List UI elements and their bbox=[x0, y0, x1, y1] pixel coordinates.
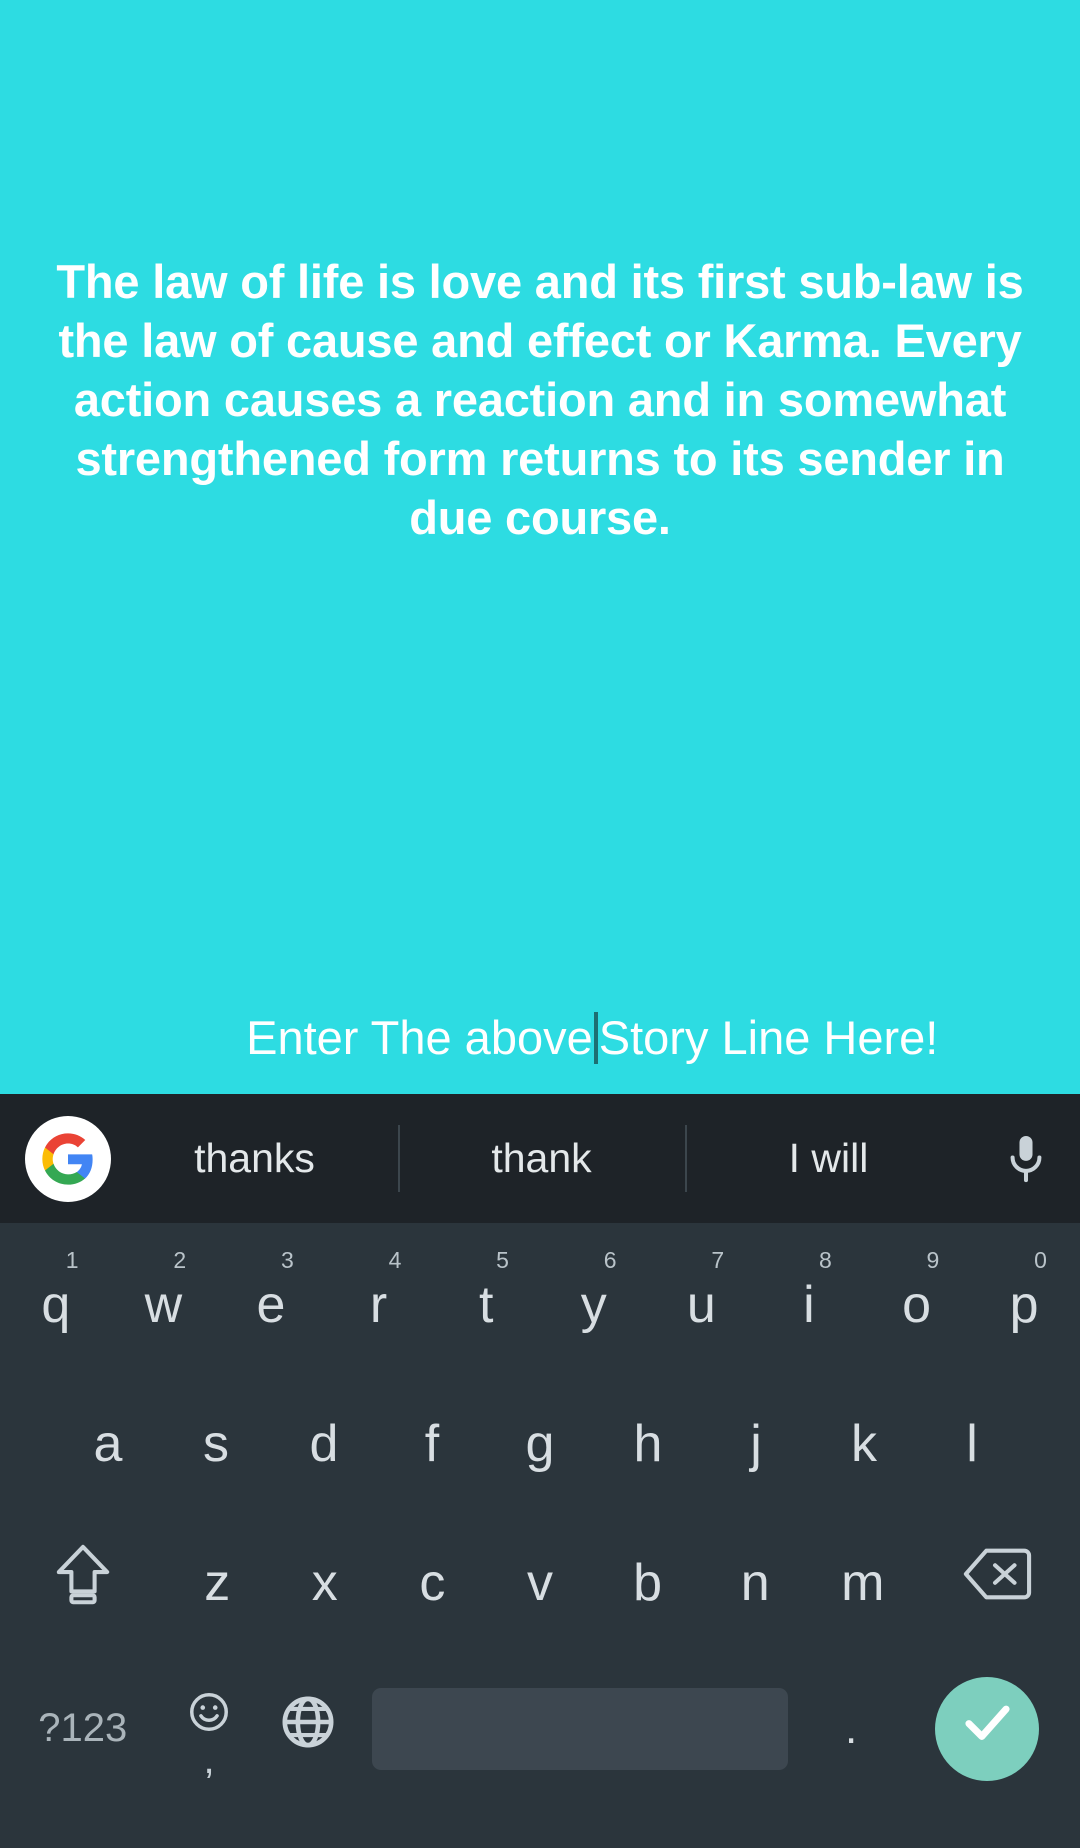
checkmark-icon bbox=[956, 1691, 1018, 1766]
key-c[interactable]: c bbox=[379, 1511, 487, 1650]
key-hint-2: 2 bbox=[173, 1247, 187, 1273]
key-a[interactable]: a bbox=[54, 1372, 162, 1511]
suggestion-item-2[interactable]: I will bbox=[685, 1094, 972, 1223]
key-label-k: k bbox=[851, 1414, 877, 1473]
emoji-key[interactable]: , bbox=[160, 1650, 259, 1807]
key-e[interactable]: 3e bbox=[217, 1233, 325, 1372]
key-hint-5: 5 bbox=[496, 1247, 509, 1273]
key-k[interactable]: k bbox=[810, 1372, 918, 1511]
key-label-x: x bbox=[311, 1553, 338, 1612]
key-label-s: s bbox=[203, 1414, 229, 1473]
key-n[interactable]: n bbox=[701, 1511, 809, 1650]
key-label-n: n bbox=[740, 1553, 770, 1612]
key-hint-3: 3 bbox=[280, 1247, 294, 1273]
enter-key[interactable] bbox=[901, 1650, 1074, 1807]
backspace-icon bbox=[962, 1546, 1032, 1615]
microphone-icon[interactable] bbox=[972, 1094, 1080, 1223]
key-label-o: o bbox=[902, 1275, 931, 1334]
keyboard-row-4: ?123 , . bbox=[0, 1650, 1080, 1807]
key-label-h: h bbox=[633, 1414, 663, 1473]
key-g[interactable]: g bbox=[486, 1372, 594, 1511]
key-label-i: i bbox=[803, 1275, 815, 1334]
input-text-after-caret: Story Line Here! bbox=[598, 1011, 939, 1064]
key-h[interactable]: h bbox=[594, 1372, 702, 1511]
key-label-p: p bbox=[1009, 1275, 1039, 1334]
shift-key[interactable] bbox=[2, 1511, 163, 1650]
key-label-m: m bbox=[841, 1553, 885, 1612]
key-label-d: d bbox=[309, 1414, 339, 1473]
symbols-key[interactable]: ?123 bbox=[6, 1650, 160, 1807]
key-s[interactable]: s bbox=[162, 1372, 270, 1511]
key-b[interactable]: b bbox=[594, 1511, 702, 1650]
space-key[interactable] bbox=[358, 1650, 802, 1807]
key-r[interactable]: 4r bbox=[325, 1233, 433, 1372]
key-label-q: q bbox=[41, 1275, 71, 1334]
key-label-e: e bbox=[256, 1275, 286, 1334]
period-key[interactable]: . bbox=[802, 1650, 901, 1807]
key-i[interactable]: 8i bbox=[755, 1233, 863, 1372]
enter-button-circle bbox=[935, 1676, 1040, 1781]
suggestion-item-0[interactable]: thanks bbox=[111, 1094, 398, 1223]
key-label-b: b bbox=[633, 1553, 663, 1612]
quote-text: The law of life is love and its first su… bbox=[56, 255, 1024, 544]
key-label-w: w bbox=[144, 1275, 183, 1334]
key-p[interactable]: 0p bbox=[970, 1233, 1078, 1372]
key-label-v: v bbox=[526, 1553, 553, 1612]
story-line-input-row[interactable]: Enter The above Story Line Here! bbox=[0, 1003, 1080, 1073]
key-w[interactable]: 2w bbox=[110, 1233, 218, 1372]
key-y[interactable]: 6y bbox=[540, 1233, 648, 1372]
key-label-z: z bbox=[204, 1553, 231, 1612]
suggestion-list: thanks thank I will bbox=[111, 1094, 972, 1223]
key-hint-4: 4 bbox=[388, 1247, 402, 1273]
spacebar-surface bbox=[371, 1687, 788, 1770]
key-label-l: l bbox=[966, 1414, 978, 1473]
key-v[interactable]: v bbox=[486, 1511, 594, 1650]
key-label-a: a bbox=[93, 1414, 123, 1473]
key-label-c: c bbox=[419, 1553, 446, 1612]
keyboard-row-1: 1q 2w 3e 4r 5t 6y 7u 8i 9o 0p bbox=[0, 1233, 1080, 1372]
globe-icon bbox=[279, 1693, 337, 1764]
key-hint-6: 6 bbox=[603, 1247, 617, 1273]
on-screen-keyboard: thanks thank I will 1q 2w 3e 4r 5t 6 y 7… bbox=[0, 1094, 1080, 1848]
key-z[interactable]: z bbox=[163, 1511, 271, 1650]
key-hint-9: 9 bbox=[926, 1247, 940, 1273]
key-x[interactable]: x bbox=[271, 1511, 379, 1650]
key-label-f: f bbox=[424, 1414, 440, 1473]
key-hint-1: 1 bbox=[65, 1247, 79, 1273]
text-caret bbox=[593, 1012, 598, 1064]
shift-icon bbox=[54, 1541, 112, 1620]
key-label-y: y bbox=[580, 1275, 607, 1334]
google-g-logo-icon[interactable] bbox=[25, 1115, 111, 1202]
key-label-r: r bbox=[369, 1275, 388, 1334]
key-hint-7: 7 bbox=[711, 1247, 725, 1273]
keyboard-row-3: z x c v b n m bbox=[0, 1511, 1080, 1650]
backspace-key[interactable] bbox=[917, 1511, 1078, 1650]
content-area: The law of life is love and its first su… bbox=[0, 0, 1080, 1094]
key-m[interactable]: m bbox=[809, 1511, 917, 1650]
key-l[interactable]: l bbox=[918, 1372, 1026, 1511]
key-t[interactable]: 5t bbox=[432, 1233, 540, 1372]
app-root: The law of life is love and its first su… bbox=[0, 0, 1080, 1848]
key-hint-0: 0 bbox=[1034, 1247, 1047, 1273]
keyboard-row-2: a s d f g h j k l bbox=[0, 1372, 1080, 1511]
key-u[interactable]: 7u bbox=[648, 1233, 756, 1372]
suggestion-bar: thanks thank I will bbox=[0, 1094, 1080, 1223]
keyboard-rows: 1q 2w 3e 4r 5t 6y 7u 8i 9o 0p a s d f g … bbox=[0, 1223, 1080, 1848]
key-d[interactable]: d bbox=[270, 1372, 378, 1511]
comma-label: , bbox=[203, 1737, 215, 1782]
key-label-j: j bbox=[750, 1414, 762, 1473]
key-label-g: g bbox=[525, 1414, 555, 1473]
key-label-u: u bbox=[686, 1275, 716, 1334]
key-q[interactable]: 1q bbox=[2, 1233, 110, 1372]
key-f[interactable]: f bbox=[378, 1372, 486, 1511]
key-hint-8: 8 bbox=[818, 1247, 832, 1273]
suggestion-item-1[interactable]: thank bbox=[398, 1094, 685, 1223]
input-text-before-caret: Enter The above bbox=[246, 1011, 593, 1064]
language-switch-key[interactable] bbox=[259, 1650, 358, 1807]
key-o[interactable]: 9o bbox=[863, 1233, 971, 1372]
key-j[interactable]: j bbox=[702, 1372, 810, 1511]
key-label-t: t bbox=[478, 1275, 494, 1334]
